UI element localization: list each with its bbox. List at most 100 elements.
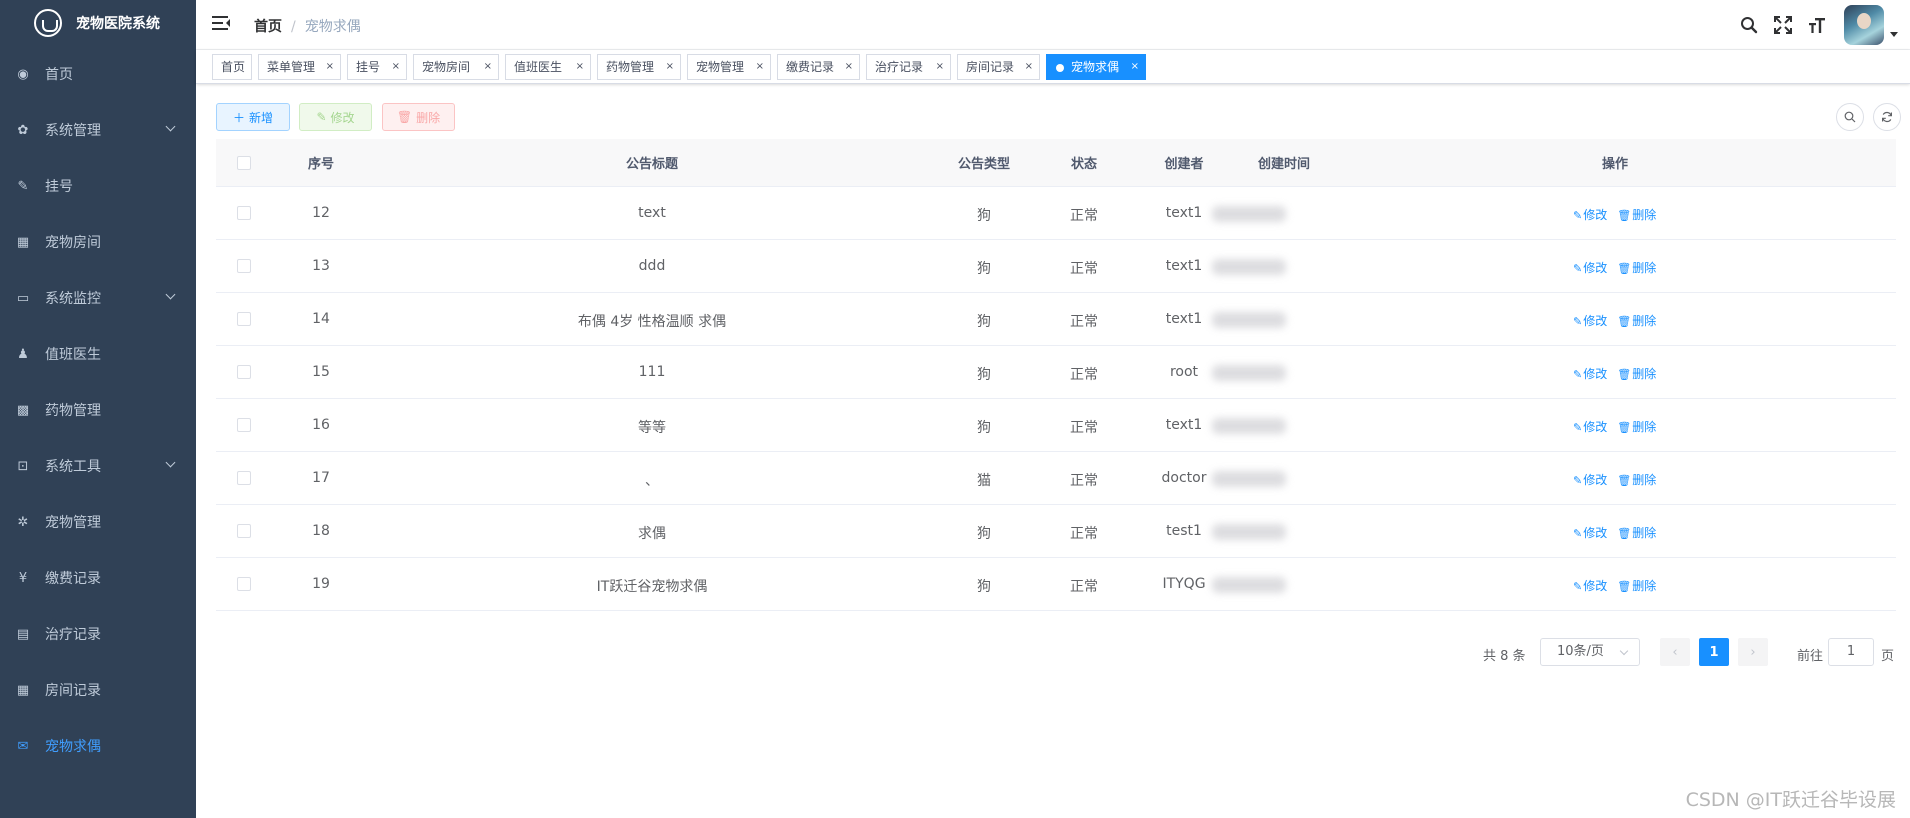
dashboard-icon: ◉ bbox=[17, 66, 29, 82]
hamburger-icon[interactable] bbox=[212, 15, 230, 31]
sidebar-item-11[interactable]: ▦ 房间记录 bbox=[0, 662, 196, 718]
font-size-icon[interactable] bbox=[1800, 0, 1834, 50]
sidebar-item-10[interactable]: ▤ 治疗记录 bbox=[0, 606, 196, 662]
cell-index: 15 bbox=[312, 364, 330, 380]
search-icon[interactable] bbox=[1732, 0, 1766, 50]
sidebar-item-2[interactable]: ✎ 挂号 bbox=[0, 158, 196, 214]
row-edit-link[interactable]: ✎修改 bbox=[1573, 579, 1607, 593]
next-page-button[interactable]: › bbox=[1738, 638, 1768, 666]
row-checkbox[interactable] bbox=[237, 471, 251, 485]
goto-page-input[interactable]: 1 bbox=[1828, 638, 1874, 666]
row-delete-link[interactable]: 🗑删除 bbox=[1617, 261, 1656, 275]
row-edit-link[interactable]: ✎修改 bbox=[1573, 314, 1607, 328]
cell-title: ddd bbox=[638, 258, 666, 274]
breadcrumb-home[interactable]: 首页 bbox=[254, 19, 282, 35]
tab-8[interactable]: 治疗记录 × bbox=[866, 54, 951, 80]
tab-0[interactable]: 首页 bbox=[212, 54, 252, 80]
row-actions: ✎修改 🗑删除 bbox=[1573, 206, 1666, 223]
search-toggle-button[interactable] bbox=[1836, 103, 1864, 131]
table-row: 12 text 狗 正常 text1 ✎修改 🗑删除 bbox=[216, 187, 1896, 240]
tab-1[interactable]: 菜单管理 × bbox=[258, 54, 341, 80]
row-edit-link[interactable]: ✎修改 bbox=[1573, 473, 1607, 487]
row-edit-link[interactable]: ✎修改 bbox=[1573, 526, 1607, 540]
row-delete-link[interactable]: 🗑删除 bbox=[1617, 579, 1656, 593]
tab-9[interactable]: 房间记录 × bbox=[957, 54, 1040, 80]
delete-button[interactable]: 🗑 删除 bbox=[382, 103, 455, 131]
fullscreen-icon[interactable] bbox=[1766, 0, 1800, 50]
tab-10[interactable]: 宠物求偶 × bbox=[1046, 54, 1146, 80]
caret-down-icon[interactable] bbox=[1890, 31, 1898, 37]
tab-5[interactable]: 药物管理 × bbox=[597, 54, 681, 80]
sidebar-item-3[interactable]: ▦ 宠物房间 bbox=[0, 214, 196, 270]
select-all-checkbox[interactable] bbox=[237, 156, 251, 170]
row-checkbox[interactable] bbox=[237, 365, 251, 379]
cell-index: 18 bbox=[312, 523, 330, 539]
close-icon[interactable]: × bbox=[576, 55, 584, 79]
tab-label: 治疗记录 bbox=[875, 60, 924, 74]
refresh-button[interactable] bbox=[1873, 103, 1901, 131]
delete-icon: 🗑 bbox=[1617, 474, 1632, 487]
row-delete-label: 删除 bbox=[1632, 261, 1657, 275]
close-icon[interactable]: × bbox=[666, 55, 674, 79]
row-checkbox[interactable] bbox=[237, 418, 251, 432]
edit-button[interactable]: ✎ 修改 bbox=[299, 103, 372, 131]
cell-title: 111 bbox=[638, 364, 666, 380]
tab-label: 宠物求偶 bbox=[1071, 60, 1120, 74]
row-delete-link[interactable]: 🗑删除 bbox=[1617, 208, 1656, 222]
sidebar-item-0[interactable]: ◉ 首页 bbox=[0, 46, 196, 102]
prev-page-button[interactable]: ‹ bbox=[1660, 638, 1690, 666]
row-delete-link[interactable]: 🗑删除 bbox=[1617, 526, 1656, 540]
row-checkbox[interactable] bbox=[237, 259, 251, 273]
row-edit-link[interactable]: ✎修改 bbox=[1573, 367, 1607, 381]
cell-type: 狗 bbox=[977, 420, 991, 436]
logo[interactable]: 宠物医院系统 bbox=[0, 0, 196, 46]
row-edit-link[interactable]: ✎修改 bbox=[1573, 420, 1607, 434]
row-checkbox[interactable] bbox=[237, 206, 251, 220]
close-icon[interactable]: × bbox=[756, 55, 764, 79]
row-delete-link[interactable]: 🗑删除 bbox=[1617, 314, 1656, 328]
tab-6[interactable]: 宠物管理 × bbox=[687, 54, 771, 80]
add-button-label: 新增 bbox=[249, 110, 274, 125]
close-icon[interactable]: × bbox=[484, 55, 492, 79]
chevron-down-icon bbox=[165, 457, 176, 468]
tab-4[interactable]: 值班医生 × bbox=[505, 54, 591, 80]
row-delete-link[interactable]: 🗑删除 bbox=[1617, 367, 1656, 381]
close-icon[interactable]: × bbox=[1131, 55, 1139, 79]
close-icon[interactable]: × bbox=[392, 55, 400, 79]
cell-status: 正常 bbox=[1070, 473, 1098, 489]
row-edit-link[interactable]: ✎修改 bbox=[1573, 261, 1607, 275]
row-edit-label: 修改 bbox=[1583, 367, 1608, 381]
sidebar-item-4[interactable]: ▭ 系统监控 bbox=[0, 270, 196, 326]
sidebar-item-12[interactable]: ✉ 宠物求偶 bbox=[0, 718, 196, 774]
page-size-select[interactable]: 10条/页 bbox=[1540, 638, 1640, 666]
tab-3[interactable]: 宠物房间 × bbox=[413, 54, 499, 80]
close-icon[interactable]: × bbox=[936, 55, 944, 79]
sidebar-item-8[interactable]: ✲ 宠物管理 bbox=[0, 494, 196, 550]
tab-label: 宠物管理 bbox=[696, 60, 745, 74]
row-delete-label: 删除 bbox=[1632, 420, 1657, 434]
add-button[interactable]: ＋ 新增 bbox=[216, 103, 290, 131]
avatar[interactable] bbox=[1844, 5, 1884, 45]
tab-7[interactable]: 缴费记录 × bbox=[777, 54, 860, 80]
row-checkbox[interactable] bbox=[237, 524, 251, 538]
close-icon[interactable]: × bbox=[845, 55, 853, 79]
sidebar-item-label: 系统工具 bbox=[45, 459, 101, 475]
close-icon[interactable]: × bbox=[326, 55, 334, 79]
sidebar-item-6[interactable]: ▩ 药物管理 bbox=[0, 382, 196, 438]
row-delete-link[interactable]: 🗑删除 bbox=[1617, 473, 1656, 487]
row-checkbox[interactable] bbox=[237, 312, 251, 326]
sidebar-item-9[interactable]: ¥ 缴费记录 bbox=[0, 550, 196, 606]
row-checkbox[interactable] bbox=[237, 577, 251, 591]
close-icon[interactable]: × bbox=[1025, 55, 1033, 79]
grid-icon: ▩ bbox=[16, 402, 30, 418]
sidebar-item-7[interactable]: ⊡ 系统工具 bbox=[0, 438, 196, 494]
table-icon: ▦ bbox=[16, 682, 30, 698]
delete-button-label: 删除 bbox=[416, 110, 441, 125]
page-number-button[interactable]: 1 bbox=[1699, 638, 1729, 666]
sidebar-item-5[interactable]: ♟ 值班医生 bbox=[0, 326, 196, 382]
edit-icon: ✎ bbox=[1573, 580, 1583, 593]
row-edit-link[interactable]: ✎修改 bbox=[1573, 208, 1607, 222]
row-delete-link[interactable]: 🗑删除 bbox=[1617, 420, 1656, 434]
sidebar-item-1[interactable]: ✿ 系统管理 bbox=[0, 102, 196, 158]
tab-2[interactable]: 挂号 × bbox=[347, 54, 407, 80]
